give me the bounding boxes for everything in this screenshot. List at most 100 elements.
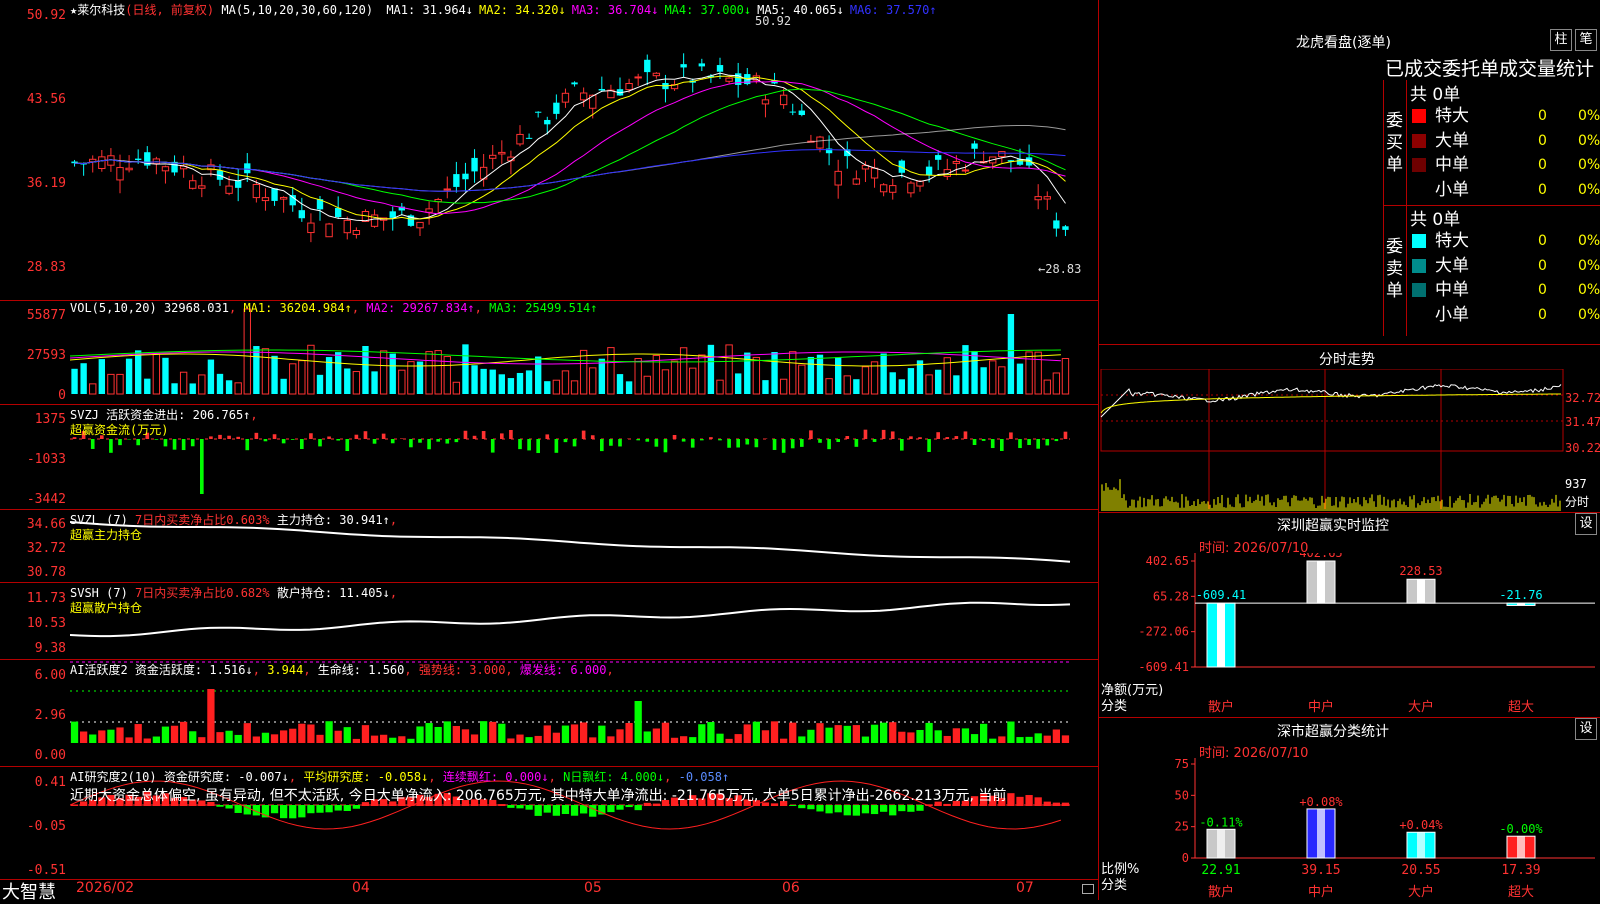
classify-tick-label: 25 (1175, 820, 1189, 834)
activity-bar (398, 736, 405, 743)
flow-bar (427, 439, 431, 449)
research-bar (835, 805, 842, 812)
svsh-position: 散户持仓: 11.405↓ (277, 586, 390, 600)
svzj-tick: -1033 (0, 452, 66, 467)
candle-body (1044, 197, 1050, 199)
volume-bar (1008, 314, 1014, 394)
volume-bar (835, 357, 841, 394)
classify-change-label: -0.00% (1499, 822, 1543, 836)
activity-bar (1025, 737, 1032, 743)
research-bar (307, 805, 314, 813)
svzl-pane[interactable]: SVZL (7) 7日内买卖净占比0.603% 主力持仓: 30.941↑, 超… (0, 510, 1098, 583)
activity-bar (144, 738, 151, 743)
activity-bar (689, 737, 696, 743)
volume-bar (499, 374, 505, 394)
date-label: 2026/02 (76, 880, 134, 896)
flow-bar (609, 439, 613, 446)
candlestick-plot[interactable] (70, 0, 1098, 300)
svsh-tick: 9.38 (0, 641, 66, 656)
svzl-position: 主力持仓: 30.941↑ (277, 513, 390, 527)
tick-mode-button[interactable]: 笔 (1575, 29, 1597, 51)
svzj-sub-label: 超赢资金流(万元) (70, 423, 168, 437)
order-row: 小单00% (1408, 303, 1600, 327)
ai-research-pane[interactable]: AI研究度2(10) 资金研究度: -0.007↓, 平均研究度: -0.058… (0, 767, 1098, 880)
candle-body (235, 181, 241, 188)
volume-bar (662, 370, 668, 394)
volume-bar (1062, 359, 1068, 394)
candle-body (1053, 220, 1059, 228)
volume-bar (717, 380, 723, 394)
price-pane[interactable]: ★莱尔科技(日线, 前复权) MA(5,10,20,30,60,120) MA1… (0, 0, 1098, 301)
monitor-title: 深圳超赢实时监控 (1277, 515, 1389, 535)
ai-activity-pane[interactable]: AI活跃度2 资金活跃度: 1.516↓, 3.944, 生命线: 1.560,… (0, 660, 1098, 767)
volume-bar (335, 352, 341, 394)
intraday-plot[interactable] (1099, 369, 1565, 512)
classify-settings-button[interactable]: 设 (1575, 718, 1597, 740)
volume-header: VOL(5,10,20) 32968.031, MA1: 36204.984↑,… (70, 301, 598, 315)
ai1-title: AI活跃度2 (70, 663, 128, 677)
volume-bar (280, 379, 286, 394)
volume-plot[interactable] (70, 300, 1098, 404)
flow-bar (755, 439, 759, 447)
intraday-panel[interactable]: 分时走势 32.72 31.47 30.22 937 分时 (1099, 345, 1600, 513)
volume-pane[interactable]: VOL(5,10,20) 32968.031, MA1: 36204.984↑,… (0, 300, 1098, 405)
candle-body (299, 210, 305, 218)
research-bar (589, 805, 596, 817)
ai1-tick: 2.96 (0, 708, 66, 723)
volume-bar (453, 382, 459, 394)
volume-bar (490, 370, 496, 394)
price-tick: 36.19 (0, 176, 66, 191)
flow-bar (227, 436, 231, 439)
sell-total: 共 0单 (1410, 205, 1460, 230)
lock-icon[interactable] (1082, 884, 1094, 894)
volume-bar (262, 349, 268, 394)
research-bar (225, 805, 232, 808)
monitor-bar-highlight (1317, 561, 1325, 603)
monitor-value-label: 228.53 (1399, 564, 1442, 578)
svsh-pane[interactable]: SVSH (7) 7日内买卖净占比0.682% 散户持仓: 11.405↓, 超… (0, 583, 1098, 660)
flow-bar (164, 439, 168, 446)
research-bar (789, 805, 796, 806)
flow-bar (773, 439, 777, 450)
flow-bar (491, 439, 495, 453)
volume-bar (153, 354, 159, 394)
svsh-tick: 11.73 (0, 591, 66, 606)
monitor-settings-button[interactable]: 设 (1575, 513, 1597, 535)
volume-bar (844, 376, 850, 394)
volume-bar (571, 381, 577, 394)
activity-bar (662, 723, 669, 743)
main-chart-area[interactable]: ★莱尔科技(日线, 前复权) MA(5,10,20,30,60,120) MA1… (0, 0, 1099, 900)
flow-bar (664, 439, 668, 452)
order-row: 中单00% (1408, 278, 1600, 302)
ai1-tick: 0.00 (0, 748, 66, 763)
volume-bar (435, 351, 441, 394)
flow-bar (555, 439, 559, 453)
order-count: 0 (1538, 254, 1547, 278)
volume-bar (644, 376, 650, 394)
flow-bar (536, 439, 540, 453)
flow-bar (836, 439, 840, 442)
volume-bar (980, 367, 986, 394)
activity-bar (953, 728, 960, 743)
candle-body (135, 159, 141, 160)
order-row: 大单00% (1408, 129, 1600, 153)
candle-body (453, 174, 459, 187)
activity-bar (307, 724, 314, 743)
activity-bar (471, 734, 478, 743)
flow-bar (582, 431, 586, 439)
candle-body (499, 152, 505, 154)
candle-body (790, 112, 796, 113)
lhb-col-divider (1406, 80, 1407, 336)
bar-mode-button[interactable]: 柱 (1550, 29, 1572, 51)
stock-name[interactable]: ★莱尔科技 (70, 3, 125, 17)
vol-value: 32968.031 (164, 301, 229, 315)
flow-bar (918, 437, 922, 439)
candle-body (280, 197, 286, 199)
candle-body (890, 186, 896, 193)
svzj-pane[interactable]: SVZJ 活跃资金进出: 206.765↑, 超赢资金流(万元) 1375 -1… (0, 405, 1098, 510)
svzl-tick: 34.66 (0, 517, 66, 532)
classify-panel: 深市超赢分类统计 设 时间: 2026/07/10 7550250-0.11%2… (1099, 718, 1600, 900)
volume-bar (426, 352, 432, 394)
candle-body (526, 138, 532, 139)
classify-change-label: +0.04% (1399, 818, 1443, 832)
